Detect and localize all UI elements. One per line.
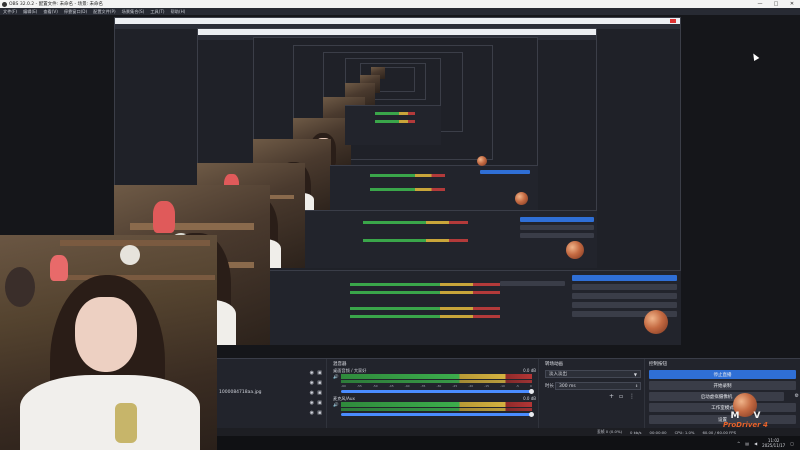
- mute-speaker-icon[interactable]: 🔊: [333, 375, 339, 380]
- source-label: 1000084718aa.jpg: [219, 390, 262, 395]
- minimize-button[interactable]: —: [752, 0, 768, 8]
- mixer-title: 混音器: [333, 361, 347, 367]
- stream-time: 00:00:00: [649, 429, 667, 435]
- nested-prodriver-logo: [477, 156, 487, 166]
- volume-meter: [341, 374, 532, 379]
- window-title: OBS 32.0.2 - 配置文件: 未命名 - 场景: 未命名: [9, 2, 104, 7]
- taskbar: ^ ▤ ◀ 11:02 2025/11/17 ▢: [217, 436, 800, 450]
- volume-icon[interactable]: ◀: [754, 441, 757, 446]
- visibility-eye-icon[interactable]: ◉: [310, 370, 314, 376]
- menu-edit[interactable]: 编辑(E): [23, 9, 37, 15]
- bottom-dock: ◉ ▣ ◉ ▣ 1000084718aa.jpg ◉ ▣ ◉ ▣ ◉ ▣ 混音器…: [217, 358, 800, 439]
- menu-view[interactable]: 查看(V): [43, 9, 58, 15]
- start-recording-button[interactable]: 开始录制: [649, 381, 796, 390]
- chevron-down-icon: ▼: [633, 371, 637, 377]
- window-titlebar: OBS 32.0.2 - 配置文件: 未命名 - 场景: 未命名 — □ ✕: [0, 0, 800, 8]
- nested-dock: [345, 105, 441, 145]
- menu-bar: 文件(F) 编辑(E) 查看(V) 停靠窗口(D) 配置文件(P) 场景集合(S…: [0, 8, 800, 15]
- visibility-eye-icon[interactable]: ◉: [310, 410, 314, 416]
- transition-menu-icon[interactable]: ⋮: [629, 393, 635, 400]
- lock-icon[interactable]: ▣: [317, 390, 322, 396]
- lock-icon[interactable]: ▣: [317, 370, 322, 376]
- duration-input[interactable]: 300 ms ⇕: [555, 382, 641, 390]
- menu-scene-collection[interactable]: 场景集合(S): [122, 9, 145, 15]
- logo-m: M: [730, 411, 740, 421]
- nested-dock: [330, 165, 538, 210]
- bitrate: 0 kb/s: [630, 429, 642, 435]
- nested-dock: [270, 270, 681, 345]
- visibility-eye-icon[interactable]: ◉: [310, 380, 314, 386]
- mute-speaker-icon[interactable]: 🔊: [333, 403, 339, 408]
- status-bar: 丢帧 0 (0.0%) 0 kb/s 00:00:00 CPU: 1.0% 60…: [217, 428, 800, 436]
- menu-docks[interactable]: 停靠窗口(D): [64, 9, 87, 15]
- doll: [50, 255, 68, 281]
- clock-date: 2025/11/17: [762, 443, 786, 448]
- source-item[interactable]: ◉ ▣: [217, 378, 326, 387]
- controls-title: 控制按钮: [649, 361, 667, 367]
- source-item[interactable]: ◉ ▣: [217, 368, 326, 377]
- transitions-title: 转场动画: [545, 361, 563, 367]
- menu-profile[interactable]: 配置文件(P): [93, 9, 116, 15]
- webcam-overlay: [0, 235, 217, 450]
- microphone: [115, 403, 137, 443]
- stop-streaming-button[interactable]: 停止直播: [649, 370, 796, 379]
- cpu-usage: CPU: 1.0%: [674, 429, 695, 435]
- source-item[interactable]: ◉ ▣: [217, 398, 326, 407]
- person-sweater: [20, 375, 200, 450]
- volume-meter: [341, 402, 532, 407]
- virtual-camera-settings-icon[interactable]: ⚙: [795, 393, 799, 399]
- channel-db: 0.0 dB: [523, 396, 536, 401]
- menu-tools[interactable]: 工具(T): [150, 9, 164, 15]
- prodriver-logo: M V ProDriver 4: [723, 393, 768, 429]
- lock-icon[interactable]: ▣: [317, 400, 322, 406]
- duration-label: 时长: [545, 384, 554, 389]
- volume-slider[interactable]: [341, 389, 534, 394]
- maximize-button[interactable]: □: [768, 0, 784, 8]
- nested-prodriver-logo: [566, 241, 584, 259]
- mixer-channel: 桌面音频 / 大家好 -60 -55 -50 -45 -40 -35 -30 -25 -20 -1…: [333, 368, 536, 394]
- scene-transitions-dock: 转场动画 淡入淡出 ▼ 时长 300 ms ⇕ + ▫ ⋮: [541, 359, 645, 439]
- network-icon[interactable]: ▤: [745, 441, 749, 446]
- nested-prodriver-logo: [644, 310, 668, 334]
- tray-arrow-icon[interactable]: ^: [737, 441, 740, 446]
- nested-prodriver-logo: [515, 192, 528, 205]
- dropped-frames: 丢帧 0 (0.0%): [597, 429, 623, 434]
- nested-dock: [305, 210, 597, 268]
- channel-db: 0.0 dB: [523, 368, 536, 373]
- audio-mixer-dock: 混音器 桌面音频 / 大家好 -60 -55 -50 -45 -40 -35 -30 -25-…: [329, 359, 539, 439]
- sources-dock: ◉ ▣ ◉ ▣ 1000084718aa.jpg ◉ ▣ ◉ ▣ ◉ ▣: [217, 359, 327, 439]
- source-item[interactable]: 1000084718aa.jpg ◉ ▣: [217, 388, 326, 397]
- close-button[interactable]: ✕: [784, 0, 800, 8]
- volume-slider[interactable]: [341, 412, 534, 417]
- taskbar-clock[interactable]: 11:02 2025/11/17: [762, 438, 785, 448]
- meter-scale: -60 -55 -50 -45 -40 -35 -30 -25 -20 -15 -10 -5 0: [341, 384, 532, 388]
- mouse-cursor-icon: [750, 51, 760, 62]
- volume-meter: [341, 408, 532, 411]
- ring-lamp: [120, 245, 140, 265]
- obs-logo-icon: [2, 1, 7, 7]
- menu-file[interactable]: 文件(F): [3, 9, 17, 15]
- nested-close-icon: [670, 19, 676, 23]
- person-face: [75, 297, 137, 372]
- notification-icon[interactable]: ▢: [790, 441, 794, 446]
- window-controls: — □ ✕: [752, 0, 800, 8]
- volume-meter: [341, 380, 532, 383]
- mixer-channel: 麦克风/Aux 🔊 0.0 dB: [333, 396, 536, 417]
- remove-transition-icon[interactable]: ▫: [619, 393, 623, 400]
- lock-icon[interactable]: ▣: [317, 380, 322, 386]
- add-transition-icon[interactable]: +: [609, 393, 614, 400]
- stepper-icon[interactable]: ⇕: [635, 384, 638, 388]
- menu-help[interactable]: 帮助(H): [171, 9, 186, 15]
- logo-v: V: [753, 411, 761, 421]
- transition-select[interactable]: 淡入淡出 ▼: [545, 370, 641, 378]
- plush-toy: [5, 267, 35, 307]
- lock-icon[interactable]: ▣: [317, 410, 322, 416]
- visibility-eye-icon[interactable]: ◉: [310, 390, 314, 396]
- visibility-eye-icon[interactable]: ◉: [310, 400, 314, 406]
- source-item[interactable]: ◉ ▣: [217, 408, 326, 417]
- fps: 60.00 / 60.00 FPS: [702, 429, 736, 435]
